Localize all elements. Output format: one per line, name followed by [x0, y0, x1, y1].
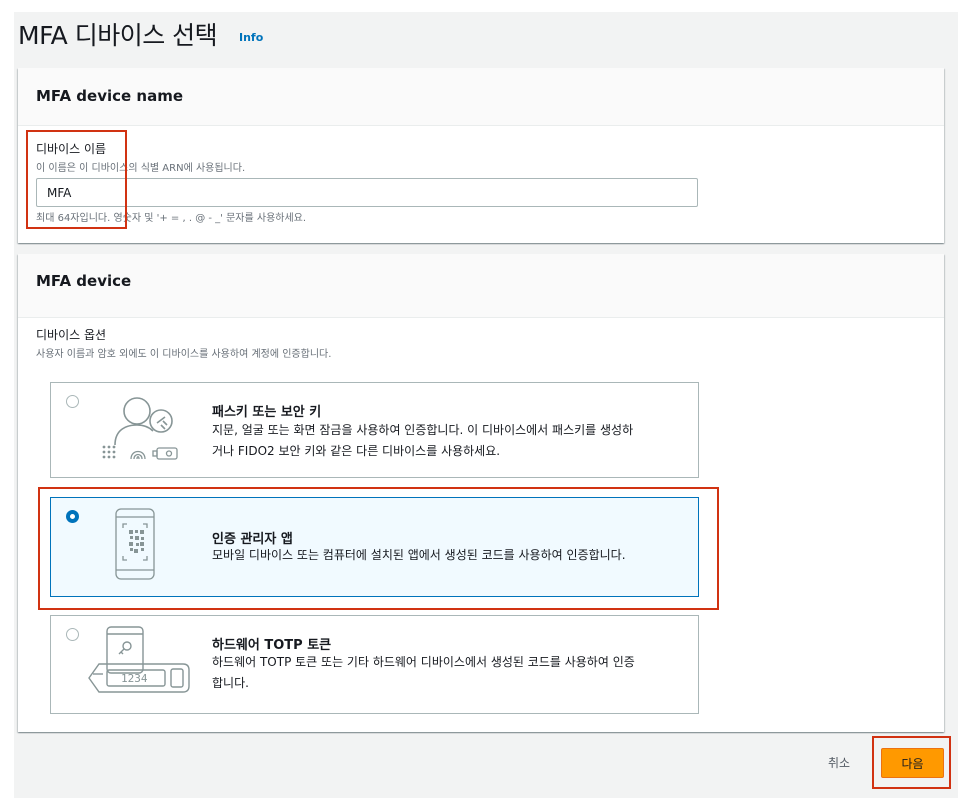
device-name-input[interactable] — [36, 178, 698, 207]
option-hardware-token[interactable]: 1234 하드웨어 TOTP 토큰 하드웨어 TOTP 토큰 또는 기타 하드웨… — [50, 615, 699, 714]
token-display-digits: 1234 — [121, 672, 148, 685]
passkey-icon — [102, 397, 178, 460]
authenticator-app-icon — [115, 508, 155, 580]
radio-passkey[interactable] — [66, 395, 79, 408]
option-description-line: 거나 FIDO2 보안 키와 같은 다른 디바이스를 사용하세요. — [212, 444, 501, 458]
device-options-description: 사용자 이름과 암호 외에도 이 디바이스를 사용하여 계정에 인증합니다. — [36, 349, 332, 360]
panel-header: MFA device — [18, 254, 944, 318]
device-panel: MFA device 디바이스 옵션 사용자 이름과 암호 외에도 이 디바이스… — [18, 254, 944, 732]
next-button[interactable]: 다음 — [881, 748, 944, 778]
device-name-description: 이 이름은 이 디바이스의 식별 ARN에 사용됩니다. — [36, 163, 246, 174]
option-passkey[interactable]: 패스키 또는 보안 키 지문, 얼굴 또는 화면 잠금을 사용하여 인증합니다.… — [50, 382, 699, 478]
option-title: 하드웨어 TOTP 토큰 — [212, 638, 332, 653]
page-title: MFA 디바이스 선택 — [18, 21, 218, 50]
radio-authenticator-app[interactable] — [66, 510, 79, 523]
option-description-line: 지문, 얼굴 또는 화면 잠금을 사용하여 인증합니다. 이 디바이스에서 패스… — [212, 423, 634, 437]
panel-header: MFA device name — [18, 68, 944, 126]
device-name-constraint: 최대 64자입니다. 영숫자 및 '+ = , . @ - _' 문자를 사용하… — [36, 213, 307, 224]
cancel-button[interactable]: 취소 — [828, 754, 850, 771]
option-description-line: 하드웨어 TOTP 토큰 또는 기타 하드웨어 디바이스에서 생성된 코드를 사… — [212, 655, 635, 669]
device-options-label: 디바이스 옵션 — [36, 328, 107, 342]
radio-hardware-token[interactable] — [66, 628, 79, 641]
option-description-line: 합니다. — [212, 676, 249, 690]
info-link[interactable]: Info — [239, 31, 263, 44]
option-description-line: 모바일 디바이스 또는 컴퓨터에 설치된 앱에서 생성된 코드를 사용하여 인증… — [212, 548, 626, 562]
hardware-token-icon: 1234 — [88, 626, 190, 693]
device-name-panel: MFA device name 디바이스 이름 이 이름은 이 디바이스의 식별… — [18, 68, 944, 243]
device-name-label: 디바이스 이름 — [36, 142, 107, 156]
option-title: 패스키 또는 보안 키 — [212, 405, 322, 420]
option-authenticator-app[interactable]: 인증 관리자 앱 모바일 디바이스 또는 컴퓨터에 설치된 앱에서 생성된 코드… — [50, 497, 699, 597]
